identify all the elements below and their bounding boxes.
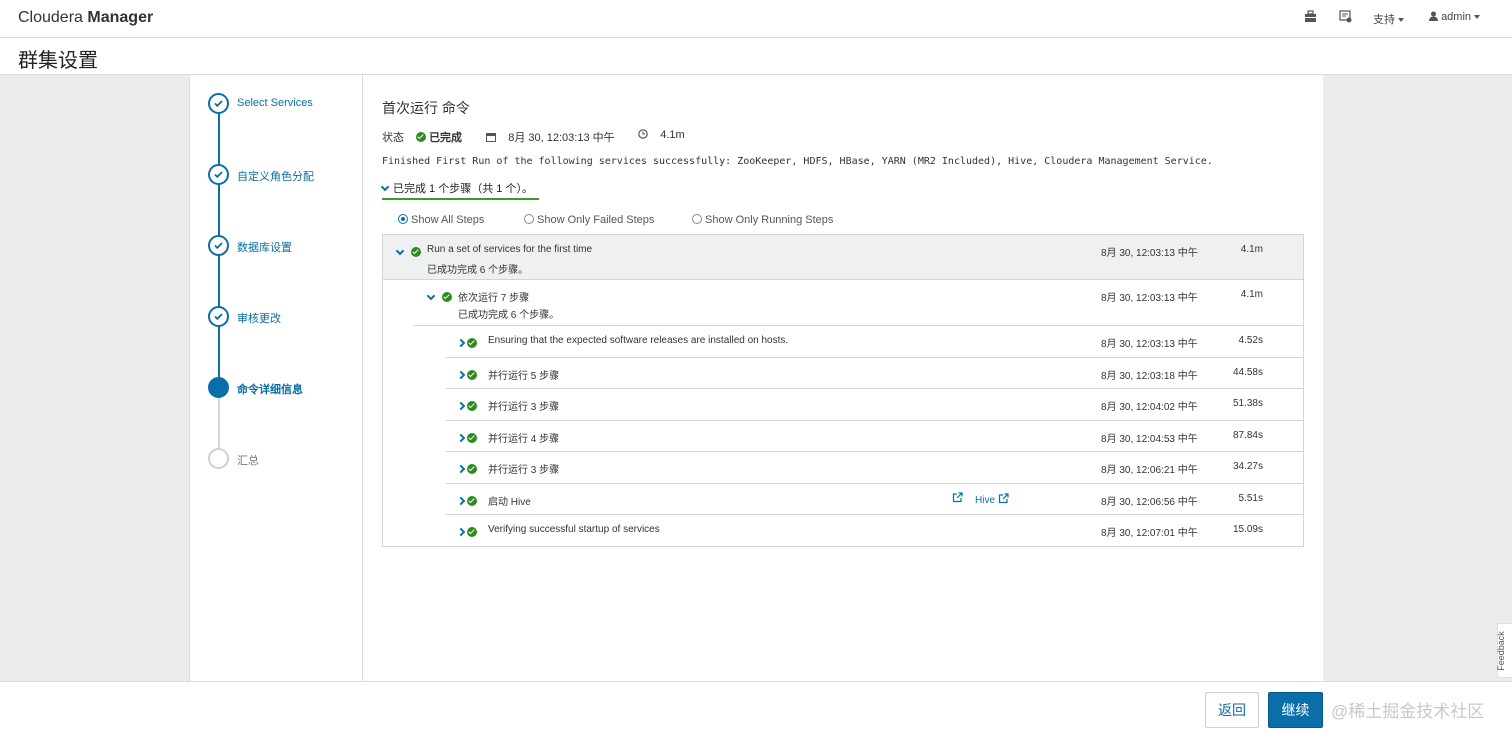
parcel-icon[interactable]	[1302, 10, 1318, 26]
chevron-right-icon	[456, 370, 466, 379]
check-icon	[208, 93, 229, 114]
table-row: Ensuring that the expected software rele…	[446, 326, 1303, 358]
command-title: 首次运行 命令	[382, 100, 470, 116]
user-menu[interactable]: admin	[1429, 11, 1481, 23]
chevron-down-icon	[426, 291, 436, 301]
expand-toggle[interactable]	[456, 494, 477, 508]
wizard-footer: 返回 继续 @稀土掘金技术社区	[0, 681, 1512, 738]
table-row: 并行运行 3 步骤 8月 30, 12:04:02 中午 51.38s	[446, 389, 1303, 421]
table-row: 并行运行 4 步骤 8月 30, 12:04:53 中午 87.84s	[446, 421, 1303, 452]
chevron-down-icon	[1474, 15, 1481, 20]
table-row: 并行运行 5 步骤 8月 30, 12:03:18 中午 44.58s	[446, 358, 1303, 389]
success-check-icon	[467, 527, 477, 537]
radio-selected-icon	[398, 214, 408, 224]
command-details-panel: 首次运行 命令 状态 已完成 8月 30, 12:03:13 中午 4.1m F…	[363, 75, 1323, 681]
table-row: 并行运行 3 步骤 8月 30, 12:06:21 中午 34.27s	[446, 452, 1303, 484]
success-check-icon	[467, 432, 477, 443]
table-row: 启动 Hive Hive 8月 30, 12:06:56 中午 5.51s	[446, 484, 1303, 515]
radio-icon	[524, 214, 534, 224]
table-row: Verifying successful startup of services…	[446, 515, 1303, 547]
check-icon	[208, 306, 229, 327]
status-badge: 已完成	[416, 129, 462, 145]
status-label: 状态	[382, 132, 404, 144]
filter-failed-steps[interactable]: Show Only Failed Steps	[524, 214, 654, 226]
hive-service-link[interactable]: Hive	[975, 492, 1009, 506]
filter-running-steps[interactable]: Show Only Running Steps	[692, 214, 833, 226]
expand-toggle[interactable]	[456, 336, 477, 350]
wizard-steps: Select Services 自定义角色分配 数据库设置 审核更改 命令详细信…	[189, 75, 363, 681]
top-navbar: Cloudera Manager 支持 admin	[0, 0, 1512, 38]
back-button[interactable]: 返回	[1205, 692, 1259, 728]
chevron-right-icon	[456, 527, 466, 537]
chevron-down-icon	[1398, 18, 1404, 23]
check-icon	[208, 235, 229, 256]
steps-summary-toggle[interactable]: 已完成 1 个步骤（共 1 个）。	[380, 180, 539, 200]
success-check-icon	[467, 369, 477, 380]
success-check-icon	[411, 247, 421, 257]
success-check-icon	[416, 132, 426, 142]
feedback-tab[interactable]: Feedback	[1496, 623, 1512, 678]
expand-toggle[interactable]	[456, 368, 477, 382]
success-check-icon	[467, 338, 477, 348]
chevron-right-icon	[456, 338, 466, 348]
clock-icon	[638, 129, 648, 139]
page-title: 群集设置	[18, 50, 98, 72]
calendar-icon	[486, 133, 496, 142]
success-check-icon	[467, 495, 477, 506]
success-check-icon	[467, 401, 477, 411]
user-icon	[1429, 11, 1438, 21]
chevron-right-icon	[456, 433, 466, 442]
external-link-icon[interactable]	[952, 491, 963, 503]
running-commands-icon[interactable]	[1337, 10, 1353, 26]
table-row: Run a set of services for the first time…	[383, 235, 1303, 280]
active-step-icon	[208, 377, 229, 398]
start-time: 8月 30, 12:03:13 中午	[486, 129, 615, 145]
expand-toggle[interactable]	[426, 290, 452, 304]
expand-toggle[interactable]	[456, 462, 477, 476]
expand-toggle[interactable]	[456, 431, 477, 445]
check-icon	[208, 164, 229, 185]
continue-button[interactable]: 继续	[1268, 692, 1323, 728]
expand-toggle[interactable]	[456, 525, 477, 539]
expand-toggle[interactable]	[395, 245, 421, 259]
expand-toggle[interactable]	[456, 399, 477, 413]
chevron-down-icon	[395, 246, 405, 256]
table-row: 依次运行 7 步骤 已成功完成 6 个步骤。 8月 30, 12:03:13 中…	[414, 280, 1303, 326]
support-menu[interactable]: 支持	[1373, 11, 1404, 27]
steps-table: Run a set of services for the first time…	[382, 234, 1304, 547]
chevron-right-icon	[456, 464, 466, 474]
pending-step-icon	[208, 448, 229, 469]
radio-icon	[692, 214, 702, 224]
chevron-right-icon	[456, 496, 466, 505]
filter-all-steps[interactable]: Show All Steps	[398, 214, 484, 226]
external-link-icon	[998, 492, 1009, 503]
chevron-down-icon	[380, 182, 390, 192]
duration: 4.1m	[638, 129, 685, 141]
success-check-icon	[467, 464, 477, 474]
brand-logo[interactable]: Cloudera Manager	[18, 9, 153, 27]
command-result-message: Finished First Run of the following serv…	[382, 156, 1213, 167]
page-header: 群集设置	[0, 38, 1512, 75]
watermark: @稀土掘金技术社区	[1331, 702, 1485, 721]
success-check-icon	[442, 292, 452, 302]
chevron-right-icon	[456, 401, 466, 411]
